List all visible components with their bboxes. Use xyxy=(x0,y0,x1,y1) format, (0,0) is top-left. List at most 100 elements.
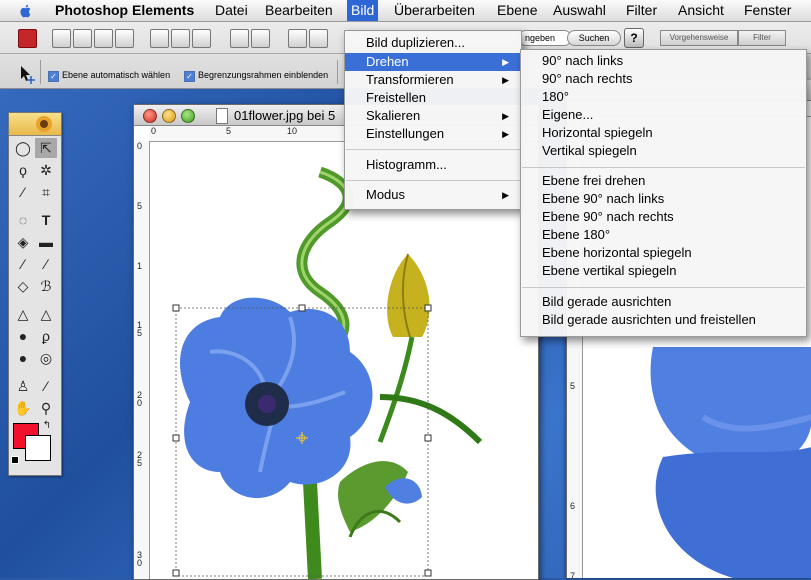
red-eye-icon[interactable]: ⁄ xyxy=(12,182,34,202)
submenu-arrow-icon: ▶ xyxy=(502,129,509,139)
menu-filter[interactable]: Filter xyxy=(626,0,657,21)
menu-item-90-rechts[interactable]: 90° nach rechts xyxy=(542,70,632,88)
open-file-icon[interactable] xyxy=(73,29,92,48)
toolbar-separator xyxy=(40,60,41,84)
background-color-swatch[interactable] xyxy=(25,435,51,461)
menu-item-modus[interactable]: Modus ▶ xyxy=(345,186,521,204)
pencil-icon[interactable]: ∕ xyxy=(35,254,57,274)
new-file-icon[interactable] xyxy=(52,29,71,48)
menu-item-ebene-90-rechts[interactable]: Ebene 90° nach rechts xyxy=(542,208,674,226)
palette-tab-howto[interactable]: Vorgehensweise xyxy=(660,30,738,46)
document-title: 01flower.jpg bei 5 xyxy=(234,108,336,123)
menu-item-drehen[interactable]: Drehen ▶ xyxy=(345,53,521,71)
ruler-label: 2 5 xyxy=(137,450,143,468)
menu-datei[interactable]: Datei xyxy=(215,0,248,21)
menu-item-einstellungen[interactable]: Einstellungen ▶ xyxy=(345,125,521,143)
document-proxy-icon[interactable] xyxy=(216,108,228,124)
quickfix-icon[interactable] xyxy=(230,29,249,48)
browse-icon[interactable] xyxy=(94,29,113,48)
submenu-arrow-icon: ▶ xyxy=(502,75,509,85)
menu-item-bild-gerade-ausrichten[interactable]: Bild gerade ausrichten xyxy=(542,293,671,311)
save-icon[interactable] xyxy=(150,29,169,48)
menu-bild[interactable]: Bild xyxy=(347,0,379,21)
auto-select-layer-checkbox[interactable]: ✓ Ebene automatisch wählen xyxy=(48,68,170,82)
menu-ansicht[interactable]: Ansicht xyxy=(678,0,724,21)
text-icon[interactable]: T xyxy=(35,210,57,230)
menu-item-bild-duplizieren[interactable]: Bild duplizieren... xyxy=(345,34,521,52)
stamp-icon[interactable]: ♙ xyxy=(12,376,34,396)
hand-icon[interactable]: ✋ xyxy=(12,398,34,418)
ruler-label: 7 xyxy=(570,571,576,578)
toolbox: ◯ ⇱ ϙ ✲ ⁄ ⌗ ◌ T ◈ ▬ ∕ ∕ ◇ ℬ △ △ ● ϼ ● ◎ … xyxy=(8,112,62,476)
minimize-window-icon[interactable] xyxy=(162,109,176,123)
ruler-label: 0 xyxy=(151,126,157,136)
search-input[interactable]: ngeben xyxy=(518,30,572,46)
brush-icon[interactable]: ∕ xyxy=(12,254,34,274)
menu-item-ebene-90-links[interactable]: Ebene 90° nach links xyxy=(542,190,664,208)
search-button[interactable]: Suchen xyxy=(567,30,621,46)
menu-item-horizontal-spiegeln[interactable]: Horizontal spiegeln xyxy=(542,124,653,142)
menu-item-skalieren[interactable]: Skalieren ▶ xyxy=(345,107,521,125)
menu-ebene[interactable]: Ebene xyxy=(497,0,537,21)
menu-item-freistellen[interactable]: Freistellen xyxy=(345,89,521,107)
default-colors-icon[interactable] xyxy=(11,456,19,464)
menu-item-90-links[interactable]: 90° nach links xyxy=(542,52,623,70)
adobe-logo-icon[interactable] xyxy=(18,29,37,48)
menu-item-ebene-frei-drehen[interactable]: Ebene frei drehen xyxy=(542,172,645,190)
burn-icon[interactable]: ◎ xyxy=(35,348,57,368)
menu-item-histogramm[interactable]: Histogramm... xyxy=(345,156,521,174)
menu-item-180[interactable]: 180° xyxy=(542,88,569,106)
apple-logo-icon[interactable] xyxy=(18,3,34,19)
zoom-window-icon[interactable] xyxy=(181,109,195,123)
submenu-arrow-icon: ▶ xyxy=(502,57,509,67)
print-icon[interactable] xyxy=(288,29,307,48)
sunflower-logo xyxy=(9,113,61,136)
crop-icon[interactable]: ⌗ xyxy=(35,182,57,202)
menu-item-eigene[interactable]: Eigene... xyxy=(542,106,593,124)
marquee-icon[interactable]: ◯ xyxy=(12,138,34,158)
zoom-icon[interactable]: ⚲ xyxy=(35,398,57,418)
eyedropper-icon[interactable]: ∕ xyxy=(35,376,57,396)
submenu-arrow-icon: ▶ xyxy=(502,111,509,121)
gradient-icon[interactable]: ▬ xyxy=(35,232,57,252)
menu-item-vertikal-spiegeln[interactable]: Vertikal spiegeln xyxy=(542,142,637,160)
import-icon[interactable] xyxy=(115,29,134,48)
auto-select-layer-label: Ebene automatisch wählen xyxy=(62,70,171,80)
menu-bearbeiten[interactable]: Bearbeiten xyxy=(265,0,333,21)
menu-item-ebene-180[interactable]: Ebene 180° xyxy=(542,226,610,244)
print-preview-icon[interactable] xyxy=(309,29,328,48)
dodge-icon[interactable]: ● xyxy=(12,348,34,368)
submenu-arrow-icon: ▶ xyxy=(502,190,509,200)
eraser-icon[interactable]: ◇ xyxy=(12,276,34,296)
ruler-label: 3 0 xyxy=(137,550,143,568)
menu-item-ebene-vertikal-spiegeln[interactable]: Ebene vertikal spiegeln xyxy=(542,262,676,280)
enhance-icon[interactable] xyxy=(251,29,270,48)
shape-icon[interactable]: ◌ xyxy=(12,210,34,230)
menu-auswahl[interactable]: Auswahl xyxy=(553,0,606,21)
menu-item-transformieren[interactable]: Transformieren ▶ xyxy=(345,71,521,89)
smudge-brush-icon[interactable]: ℬ xyxy=(35,276,57,296)
blur-icon[interactable]: △ xyxy=(12,304,34,324)
magic-wand-icon[interactable]: ✲ xyxy=(35,160,57,180)
swap-colors-icon[interactable]: ↰ xyxy=(39,419,55,433)
ruler-label: 5 xyxy=(137,201,143,211)
sponge-icon[interactable]: ● xyxy=(12,326,34,346)
save-web-icon[interactable] xyxy=(171,29,190,48)
ruler-label: 6 xyxy=(570,501,576,511)
show-bounding-box-checkbox[interactable]: ✓ Begrenzungsrahmen einblenden xyxy=(184,68,328,82)
menu-item-bild-gerade-ausrichten-freistellen[interactable]: Bild gerade ausrichten und freistellen xyxy=(542,311,756,329)
smudge-icon[interactable]: ϼ xyxy=(35,326,57,346)
menu-fenster[interactable]: Fenster xyxy=(744,0,791,21)
menu-app-name[interactable]: Photoshop Elements xyxy=(55,0,194,21)
close-window-icon[interactable] xyxy=(143,109,157,123)
sharpen-icon[interactable]: △ xyxy=(35,304,57,324)
lasso-icon[interactable]: ϙ xyxy=(12,160,34,180)
pdf-icon[interactable] xyxy=(192,29,211,48)
ruler-label: 2 0 xyxy=(137,390,143,408)
menu-item-ebene-horizontal-spiegeln[interactable]: Ebene horizontal spiegeln xyxy=(542,244,692,262)
menu-ueberarbeiten[interactable]: Überarbeiten xyxy=(394,0,475,21)
help-button[interactable]: ? xyxy=(624,28,644,48)
bucket-icon[interactable]: ◈ xyxy=(12,232,34,252)
palette-tab-filter[interactable]: Filter xyxy=(738,30,786,46)
move-icon[interactable]: ⇱ xyxy=(35,138,57,158)
